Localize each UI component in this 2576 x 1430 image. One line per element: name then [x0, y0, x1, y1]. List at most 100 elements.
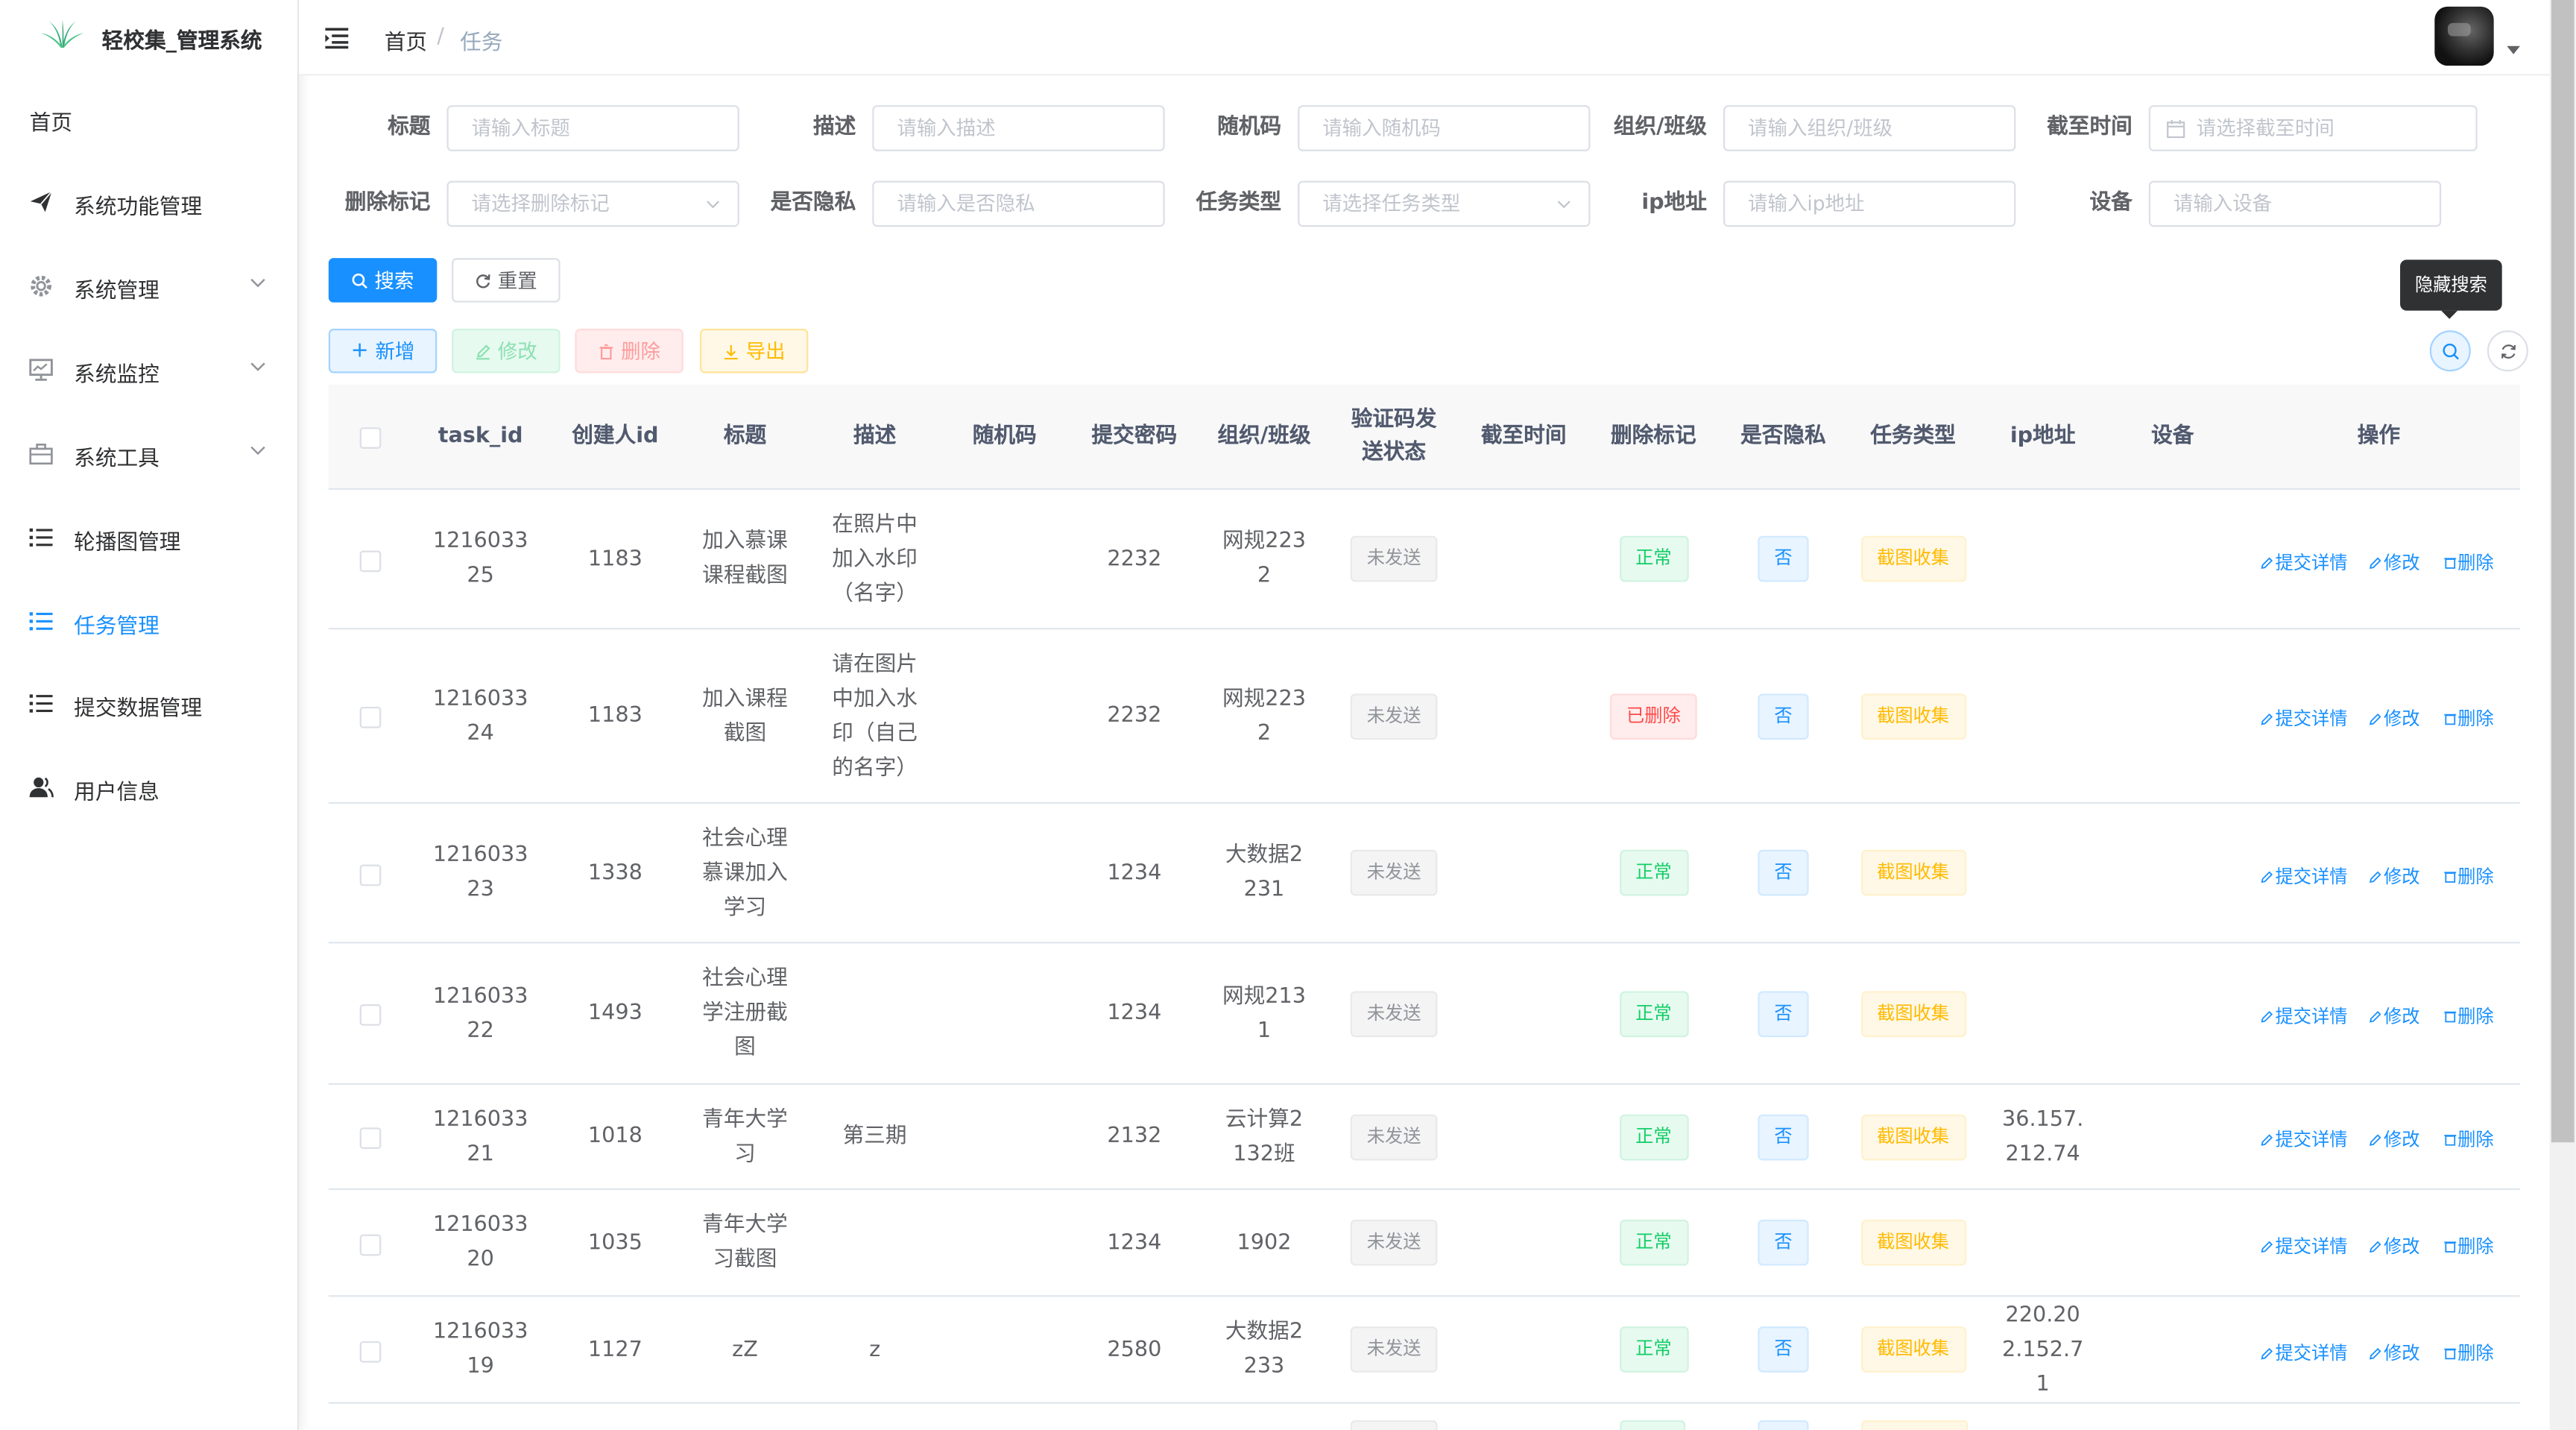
row-checkbox[interactable]	[359, 706, 382, 728]
row-checkbox[interactable]	[359, 549, 382, 572]
cell-org: 云计算2132班	[1199, 1085, 1329, 1188]
row-detail-link[interactable]: 提交详情	[2261, 862, 2348, 888]
user-avatar[interactable]	[2434, 6, 2494, 66]
row-checkbox[interactable]	[359, 1127, 382, 1150]
sidebar-item-8[interactable]: 用户信息	[0, 755, 299, 820]
cell-title: 加入慕课课程截图	[680, 490, 809, 628]
sidebar-item-6[interactable]: 任务管理	[0, 588, 299, 654]
cell-creator_id: 1338	[550, 804, 680, 942]
hamburger-icon[interactable]	[323, 25, 350, 51]
row-checkbox[interactable]	[359, 1340, 382, 1362]
toggle-search-button[interactable]	[2429, 330, 2471, 372]
table-row[interactable]: 121603322 1493 社会心理学注册截图 1234 网规2131 未发送 正常 否 截图…	[328, 943, 2520, 1086]
table-row[interactable]: 121603324 1183 加入课程截图 请在图片中加入水印（自己的名字） 2232 网…	[328, 629, 2520, 804]
refresh-table-button[interactable]	[2487, 330, 2528, 372]
row-detail-link[interactable]: 提交详情	[2261, 705, 2348, 731]
search-field-label: 任务类型	[1196, 190, 1282, 215]
cell-text: 220.202.152.71	[2001, 1303, 2084, 1396]
search-input[interactable]: 请输入描述	[872, 105, 1165, 151]
cell-password: 2132	[1070, 1085, 1199, 1188]
row-detail-link[interactable]: 提交详情	[2261, 1339, 2348, 1365]
row-edit-link[interactable]: 修改	[2369, 1339, 2419, 1365]
sidebar: 轻校集_管理系统 首页系统功能管理系统管理系统监控系统工具轮播图管理任务管理提交…	[0, 0, 300, 1430]
search-date-picker[interactable]: 请选择截至时间	[2148, 105, 2478, 151]
search-select[interactable]: 请选择任务类型	[1298, 180, 1591, 227]
send-icon	[28, 189, 54, 215]
cell-text: 1183	[587, 703, 643, 728]
search-input[interactable]: 请输入设备	[2148, 180, 2442, 227]
page-scrollbar-thumb[interactable]	[2551, 0, 2575, 1143]
search-input[interactable]: 请输入是否隐私	[872, 180, 1165, 227]
caret-down-icon[interactable]	[2507, 45, 2520, 54]
search-input[interactable]: 请输入标题	[446, 105, 739, 151]
select-all-checkbox[interactable]	[359, 427, 382, 449]
table-row[interactable]: 121603320 1035 青年大学习截图 1234 1902 未发送 正常 否 截图收集 提交…	[328, 1190, 2520, 1297]
breadcrumb-home[interactable]: 首页	[385, 25, 427, 56]
op-label: 提交详情	[2275, 1235, 2348, 1257]
row-detail-link[interactable]: 提交详情	[2261, 1126, 2348, 1152]
sidebar-item-5[interactable]: 轮播图管理	[0, 505, 299, 570]
row-delete-link[interactable]: 删除	[2443, 548, 2494, 574]
add-button[interactable]: + 新增	[328, 328, 438, 374]
row-edit-link[interactable]: 修改	[2369, 862, 2419, 888]
row-checkbox[interactable]	[359, 863, 382, 886]
cell-private: 否	[1718, 1085, 1848, 1188]
cell-password: 1234	[1070, 1190, 1199, 1295]
row-detail-link[interactable]: 提交详情	[2261, 548, 2348, 574]
app-logo[interactable]: 轻校集_管理系统	[0, 0, 299, 75]
search-select[interactable]: 请选择删除标记	[446, 180, 739, 227]
status-badge: 否	[1758, 535, 1809, 582]
row-detail-link[interactable]: 提交详情	[2261, 1003, 2348, 1029]
sidebar-item-label: 提交数据管理	[74, 696, 203, 722]
delete-button[interactable]: 删除	[575, 328, 684, 374]
row-checkbox[interactable]	[359, 1233, 382, 1256]
delete-button-label: 删除	[621, 340, 661, 364]
op-label: 修改	[2384, 551, 2420, 573]
cell-task_type: 截图收集	[1849, 1297, 1978, 1402]
user-icon	[28, 774, 54, 800]
row-edit-link[interactable]: 修改	[2369, 1126, 2419, 1152]
export-button[interactable]: 导出	[699, 328, 809, 374]
search-button[interactable]: 搜索	[328, 258, 438, 303]
cell-creator_id: 1035	[550, 1190, 680, 1295]
cell-creator_id: 1183	[550, 490, 680, 628]
table-row[interactable]: 121603321 1018 青年大学习 第三期 2132 云计算2132班 未发送 正常 否 截…	[328, 1085, 2520, 1191]
row-delete-link[interactable]: 删除	[2443, 1339, 2494, 1365]
cell-org: 网规2232	[1199, 629, 1329, 801]
sidebar-item-1[interactable]: 系统功能管理	[0, 169, 299, 235]
op-label: 提交详情	[2275, 1006, 2348, 1027]
row-delete-link[interactable]: 删除	[2443, 1126, 2494, 1152]
status-badge: 未发送	[1350, 693, 1438, 739]
table-row[interactable]: 121603325 1183 加入慕课课程截图 在照片中加入水印（名字） 2232 网规2…	[328, 489, 2520, 630]
reset-button[interactable]: 重置	[452, 258, 561, 303]
sidebar-item-label: 系统管理	[74, 279, 160, 304]
status-badge: 已删除	[1609, 693, 1697, 739]
row-detail-link[interactable]: 提交详情	[2261, 1232, 2348, 1258]
cell-text: zZ	[732, 1337, 758, 1362]
sidebar-item-0[interactable]: 首页	[0, 86, 299, 151]
row-delete-link[interactable]: 删除	[2443, 1232, 2494, 1258]
sidebar-item-3[interactable]: 系统监控	[0, 337, 299, 403]
sidebar-item-2[interactable]: 系统管理	[0, 253, 299, 319]
search-input[interactable]: 请输入组织/班级	[1723, 105, 2016, 151]
search-input[interactable]: 请输入随机码	[1298, 105, 1591, 151]
sidebar-item-4[interactable]: 系统工具	[0, 421, 299, 486]
row-edit-link[interactable]: 修改	[2369, 548, 2419, 574]
row-edit-link[interactable]: 修改	[2369, 1232, 2419, 1258]
row-edit-link[interactable]: 修改	[2369, 705, 2419, 731]
row-edit-link[interactable]: 修改	[2369, 1003, 2419, 1029]
edit-button[interactable]: 修改	[452, 328, 561, 374]
sidebar-item-label: 首页	[29, 111, 73, 136]
table-row[interactable]: 121603323 1338 社会心理慕课加入学习 1234 大数据2231 未发送 正常 否…	[328, 804, 2520, 944]
row-delete-link[interactable]: 删除	[2443, 1003, 2494, 1029]
cell-text: 网规2232	[1222, 686, 1306, 746]
table-row[interactable]: 121603319 1127 zZ z 2580 大数据2233 未发送 正常 否 截图收集 220…	[328, 1297, 2520, 1404]
row-delete-link[interactable]: 删除	[2443, 705, 2494, 731]
row-checkbox[interactable]	[359, 1004, 382, 1026]
search-input[interactable]: 请输入ip地址	[1723, 180, 2016, 227]
edit-detail-icon	[2261, 870, 2273, 883]
sidebar-item-7[interactable]: 提交数据管理	[0, 670, 299, 736]
cell-title: 加入课程截图	[680, 629, 809, 801]
trash-icon	[599, 343, 613, 359]
row-delete-link[interactable]: 删除	[2443, 862, 2494, 888]
